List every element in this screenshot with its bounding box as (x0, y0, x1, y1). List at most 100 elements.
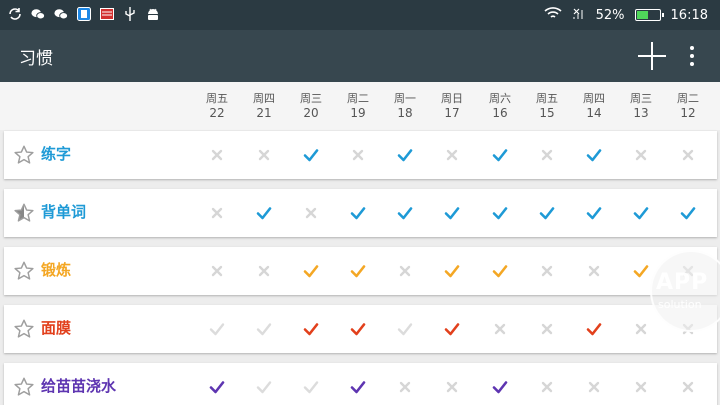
habit-row[interactable]: 给苗苗浇水 (4, 363, 717, 405)
check-icon[interactable] (442, 203, 462, 223)
habit-name[interactable]: 锻炼 (41, 259, 71, 280)
check-icon[interactable] (348, 261, 368, 281)
day-date: 18 (397, 106, 413, 120)
cross-icon[interactable] (631, 377, 651, 397)
check-icon[interactable] (301, 261, 321, 281)
check-icon[interactable] (442, 261, 462, 281)
cross-icon[interactable] (301, 203, 321, 223)
habit-name[interactable]: 给苗苗浇水 (41, 375, 116, 396)
star-icon[interactable] (13, 202, 35, 224)
check-icon[interactable] (254, 203, 274, 223)
usb-icon (123, 7, 137, 21)
mail-icon (100, 7, 114, 21)
check-icon[interactable] (490, 145, 510, 165)
day-of-week: 周日 (441, 92, 463, 105)
check-icon[interactable] (631, 261, 651, 281)
cross-icon[interactable] (537, 261, 557, 281)
check-icon[interactable] (537, 203, 557, 223)
cross-icon[interactable] (207, 261, 227, 281)
check-icon[interactable] (207, 377, 227, 397)
star-icon[interactable] (13, 318, 35, 340)
day-column-header: 周二 12 (668, 92, 708, 120)
habit-row[interactable]: 背单词 (4, 189, 717, 237)
day-date: 19 (350, 106, 366, 120)
check-icon[interactable] (348, 377, 368, 397)
more-options-button[interactable] (682, 42, 702, 70)
faded-check-icon[interactable] (207, 319, 227, 339)
status-bar: 52% 16:18 (0, 0, 720, 30)
cross-icon[interactable] (537, 377, 557, 397)
day-date: 13 (633, 106, 649, 120)
sync-icon (8, 7, 22, 21)
faded-check-icon[interactable] (254, 319, 274, 339)
check-icon[interactable] (348, 319, 368, 339)
habit-name[interactable]: 练字 (41, 143, 71, 164)
day-column-header: 周二 19 (338, 92, 378, 120)
cross-icon[interactable] (490, 319, 510, 339)
check-icon[interactable] (584, 203, 604, 223)
cross-icon[interactable] (254, 261, 274, 281)
check-icon[interactable] (490, 377, 510, 397)
cross-icon[interactable] (584, 377, 604, 397)
add-habit-button[interactable] (636, 40, 668, 72)
faded-check-icon[interactable] (301, 377, 321, 397)
cross-icon[interactable] (395, 377, 415, 397)
day-column-header: 周日 17 (432, 92, 472, 120)
check-icon[interactable] (678, 203, 698, 223)
day-of-week: 周五 (206, 92, 228, 105)
day-column-header: 周六 16 (480, 92, 520, 120)
cross-icon[interactable] (537, 319, 557, 339)
day-column-header: 周五 15 (527, 92, 567, 120)
wechat-icon (54, 7, 68, 21)
day-date: 20 (303, 106, 319, 120)
check-icon[interactable] (631, 203, 651, 223)
cross-icon[interactable] (678, 377, 698, 397)
app-bar: 习惯 (0, 30, 720, 82)
check-icon[interactable] (490, 261, 510, 281)
day-column-header: 周三 20 (291, 92, 331, 120)
day-column-header: 周三 13 (621, 92, 661, 120)
day-of-week: 周三 (300, 92, 322, 105)
cross-icon[interactable] (254, 145, 274, 165)
cross-icon[interactable] (631, 145, 651, 165)
check-icon[interactable] (584, 145, 604, 165)
star-icon[interactable] (13, 260, 35, 282)
habit-name[interactable]: 面膜 (41, 317, 71, 338)
cross-icon[interactable] (631, 319, 651, 339)
check-icon[interactable] (301, 319, 321, 339)
faded-check-icon[interactable] (395, 319, 415, 339)
check-icon[interactable] (348, 203, 368, 223)
check-icon[interactable] (442, 319, 462, 339)
faded-check-icon[interactable] (254, 377, 274, 397)
day-of-week: 周三 (630, 92, 652, 105)
cross-icon[interactable] (207, 203, 227, 223)
cross-icon[interactable] (348, 145, 368, 165)
cross-icon[interactable] (678, 145, 698, 165)
cross-icon[interactable] (442, 145, 462, 165)
day-of-week: 周四 (583, 92, 605, 105)
day-of-week: 周六 (489, 92, 511, 105)
check-icon[interactable] (490, 203, 510, 223)
habit-row[interactable]: 锻炼 (4, 247, 717, 295)
cross-icon[interactable] (442, 377, 462, 397)
habit-name[interactable]: 背单词 (41, 201, 86, 222)
check-icon[interactable] (395, 145, 415, 165)
battery-percent: 52% (595, 7, 625, 23)
cross-icon[interactable] (395, 261, 415, 281)
day-date: 16 (492, 106, 508, 120)
habit-row[interactable]: 练字 (4, 131, 717, 179)
day-of-week: 周一 (394, 92, 416, 105)
star-icon[interactable] (13, 144, 35, 166)
check-icon[interactable] (301, 145, 321, 165)
check-icon[interactable] (395, 203, 415, 223)
cross-icon[interactable] (584, 261, 604, 281)
cross-icon[interactable] (207, 145, 227, 165)
check-icon[interactable] (584, 319, 604, 339)
battery-icon (634, 9, 664, 21)
star-icon[interactable] (13, 376, 35, 398)
wifi-icon (544, 6, 562, 24)
android-icon (146, 7, 160, 21)
cross-icon[interactable] (537, 145, 557, 165)
clock: 16:18 (670, 7, 708, 23)
habit-row[interactable]: 面膜 (4, 305, 717, 353)
